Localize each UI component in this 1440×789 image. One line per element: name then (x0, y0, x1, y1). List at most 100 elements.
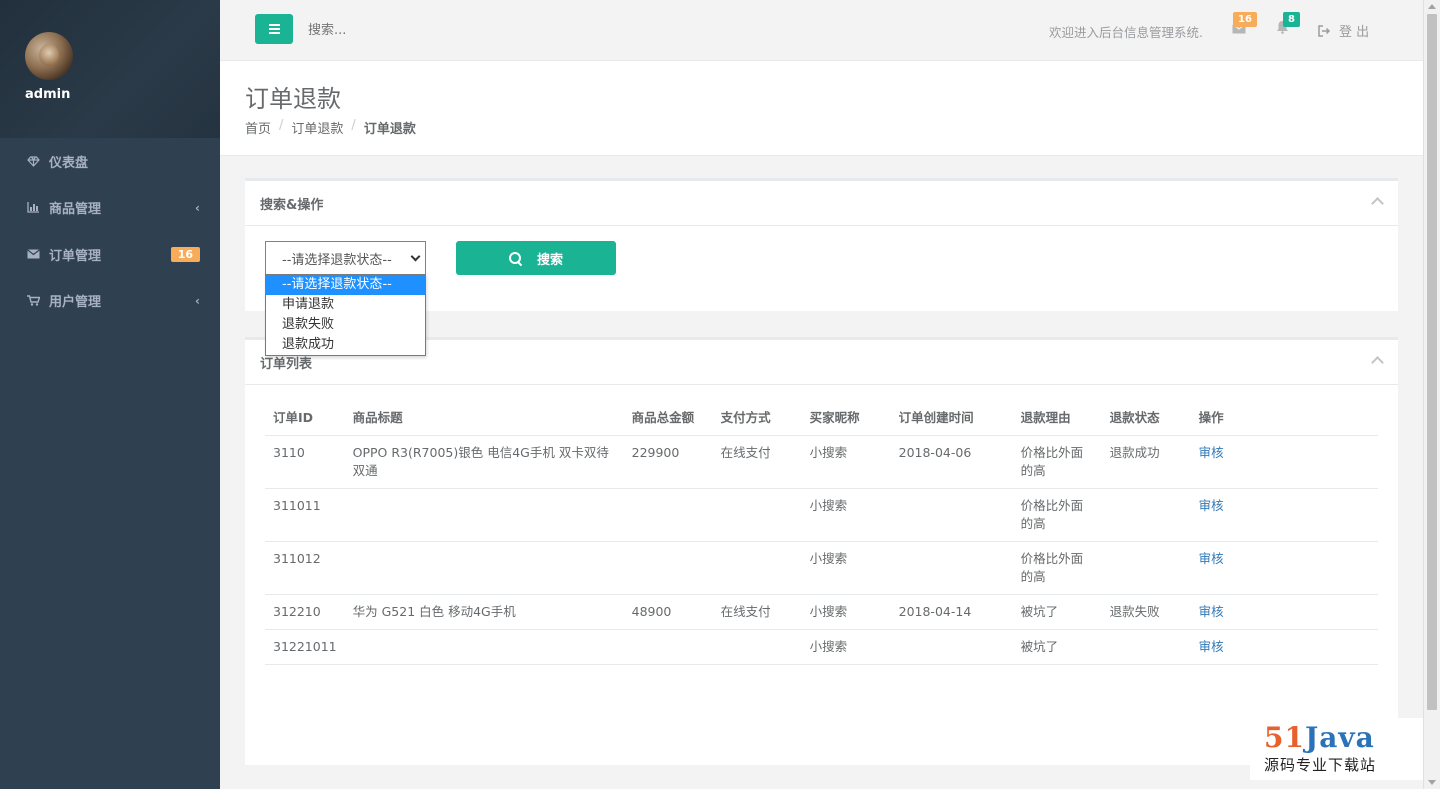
sidebar-item-label: 用户管理 (49, 295, 102, 311)
sign-out-icon (1318, 24, 1331, 37)
refund-status (1101, 541, 1191, 595)
payment-method (712, 488, 802, 542)
sidebar: admin 仪表盘 商品管理 ‹ 订单管理 16 用户管理 ‹ (0, 0, 220, 789)
review-link[interactable]: 审核 (1190, 594, 1378, 630)
total-amount (623, 629, 713, 665)
page-heading: 订单退款 首页 / 订单退款 / 订单退款 (220, 61, 1423, 156)
sidebar-item-products[interactable]: 商品管理 ‹ (0, 185, 220, 232)
username[interactable]: admin (25, 87, 70, 102)
logout-link[interactable]: 登 出 (1318, 21, 1369, 40)
scroll-thumb[interactable] (1427, 14, 1437, 710)
order-table: 订单ID 商品标题 商品总金额 支付方式 买家昵称 订单创建时间 退款理由 退款… (265, 399, 1378, 665)
column-header: 退款理由 (1012, 399, 1102, 436)
buyer-nickname: 小搜索 (801, 435, 891, 489)
product-title: OPPO R3(R7005)银色 电信4G手机 双卡双待双通 (344, 435, 624, 489)
product-title (344, 488, 624, 542)
table-row: 312210 华为 G521 白色 移动4G手机 48900 在线支付 小搜索 … (265, 594, 1378, 630)
logout-label: 登 出 (1339, 25, 1370, 40)
dropdown-option-failed[interactable]: 退款失败 (266, 315, 425, 335)
dropdown-option-requested[interactable]: 申请退款 (266, 295, 425, 315)
collapse-chevron-icon[interactable] (1371, 195, 1383, 207)
hamburger-icon (268, 28, 280, 30)
avatar[interactable] (25, 32, 73, 80)
order-id: 312210 (265, 594, 345, 630)
breadcrumb-home[interactable]: 首页 (245, 118, 271, 137)
search-panel-header: 搜索&操作 (245, 181, 1398, 226)
sidebar-item-users[interactable]: 用户管理 ‹ (0, 278, 220, 325)
buyer-nickname: 小搜索 (801, 594, 891, 630)
refund-status (1101, 629, 1191, 665)
table-row: 3110 OPPO R3(R7005)银色 电信4G手机 双卡双待双通 2299… (265, 435, 1378, 489)
watermark-logo: 51Java (1264, 721, 1375, 754)
total-amount: 48900 (623, 594, 713, 630)
chevron-left-icon: ‹ (195, 293, 200, 308)
scroll-down-icon[interactable] (1428, 780, 1436, 785)
refund-reason: 价格比外面的高 (1012, 435, 1102, 489)
top-search-input[interactable] (308, 18, 508, 42)
total-amount: 229900 (623, 435, 713, 489)
scroll-up-icon[interactable] (1428, 4, 1436, 9)
menu-toggle-button[interactable] (255, 14, 293, 44)
order-list-panel: 订单列表 订单ID 商品标题 商品总金额 支付方式 买家昵称 订单创建时间 退款… (245, 337, 1398, 765)
product-title (344, 541, 624, 595)
sidebar-profile: admin (0, 0, 220, 138)
review-link[interactable]: 审核 (1190, 435, 1378, 489)
order-id: 311011 (265, 488, 345, 542)
sidebar-item-orders[interactable]: 订单管理 16 (0, 231, 220, 278)
refund-reason: 被坑了 (1012, 594, 1102, 630)
collapse-chevron-icon[interactable] (1371, 354, 1383, 366)
order-id: 3110 (265, 435, 345, 489)
column-header: 商品标题 (344, 399, 624, 436)
review-link[interactable]: 审核 (1190, 541, 1378, 595)
refund-reason: 价格比外面的高 (1012, 488, 1102, 542)
column-header: 操作 (1190, 399, 1378, 436)
dropdown-option-default[interactable]: --请选择退款状态-- (266, 275, 425, 295)
payment-method (712, 629, 802, 665)
payment-method: 在线支付 (712, 435, 802, 489)
column-header: 买家昵称 (801, 399, 891, 436)
search-button-label: 搜索 (536, 252, 563, 268)
column-header: 订单ID (265, 399, 345, 436)
payment-method (712, 541, 802, 595)
watermark-tagline: 源码专业下载站 (1264, 756, 1377, 774)
breadcrumb-section[interactable]: 订单退款 (291, 118, 343, 137)
buyer-nickname: 小搜索 (801, 488, 891, 542)
created-date (890, 629, 1013, 665)
order-id: 31221011 (265, 629, 345, 665)
breadcrumb-separator: / (279, 118, 284, 133)
chevron-down-icon (410, 251, 421, 262)
search-panel-title: 搜索&操作 (260, 197, 324, 213)
mail-count-badge: 16 (1233, 12, 1257, 27)
page-scrollbar[interactable] (1423, 0, 1440, 789)
refund-status-selected: --请选择退款状态-- (282, 252, 392, 268)
review-link[interactable]: 审核 (1190, 629, 1378, 665)
refund-reason: 价格比外面的高 (1012, 541, 1102, 595)
order-id: 311012 (265, 541, 345, 595)
buyer-nickname: 小搜索 (801, 629, 891, 665)
chevron-left-icon: ‹ (195, 200, 200, 215)
product-title (344, 629, 624, 665)
sidebar-item-label: 商品管理 (49, 202, 102, 218)
payment-method: 在线支付 (712, 594, 802, 630)
search-button[interactable]: 搜索 (456, 241, 616, 275)
column-header: 支付方式 (712, 399, 802, 436)
search-icon (508, 252, 521, 264)
column-header: 退款状态 (1101, 399, 1191, 436)
table-header-row: 订单ID 商品标题 商品总金额 支付方式 买家昵称 订单创建时间 退款理由 退款… (265, 399, 1378, 436)
refund-status (1101, 488, 1191, 542)
table-row: 31221011 小搜索 被坑了 审核 (265, 629, 1378, 665)
cart-icon (25, 295, 41, 306)
table-row: 311012 小搜索 价格比外面的高 审核 (265, 541, 1378, 595)
sidebar-item-label: 仪表盘 (49, 155, 89, 171)
product-title: 华为 G521 白色 移动4G手机 (344, 594, 624, 630)
review-link[interactable]: 审核 (1190, 488, 1378, 542)
top-navbar: 欢迎进入后台信息管理系统. 16 8 登 出 (220, 0, 1423, 61)
dropdown-option-success[interactable]: 退款成功 (266, 335, 425, 355)
sidebar-item-dashboard[interactable]: 仪表盘 (0, 138, 220, 185)
buyer-nickname: 小搜索 (801, 541, 891, 595)
bar-chart-icon (25, 202, 41, 213)
welcome-message: 欢迎进入后台信息管理系统. (1049, 25, 1203, 40)
refund-status-select[interactable]: --请选择退款状态-- (265, 241, 426, 275)
envelope-icon (25, 249, 41, 259)
created-date: 2018-04-06 (890, 435, 1013, 489)
